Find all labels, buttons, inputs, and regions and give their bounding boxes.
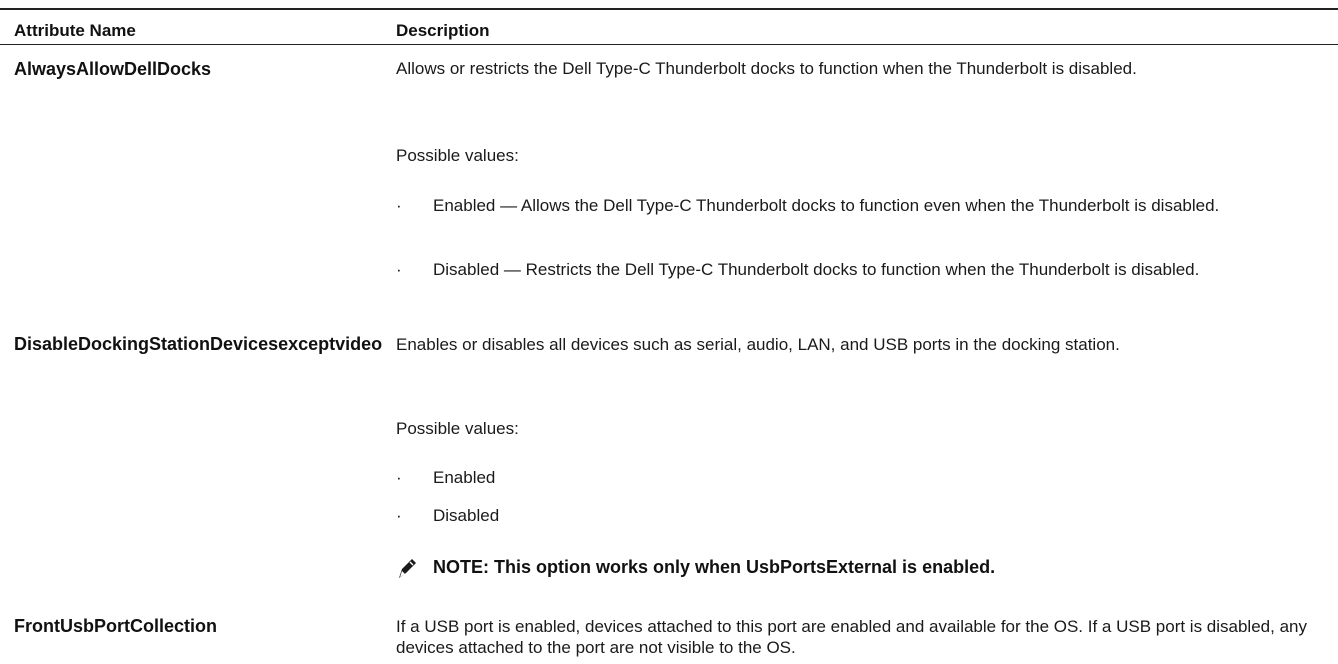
attribute-description: If a USB port is enabled, devices attach… bbox=[396, 617, 1307, 657]
bullet-dot: · bbox=[396, 260, 402, 279]
list-item-text: Enabled — Allows the Dell Type-C Thunder… bbox=[433, 196, 1220, 215]
bullet-dot: · bbox=[396, 468, 402, 487]
bullet-dot: · bbox=[396, 506, 402, 525]
pencil-note-icon bbox=[396, 556, 418, 580]
list-item-text: Enabled bbox=[433, 468, 496, 487]
possible-values-label: Possible values: bbox=[396, 419, 519, 438]
table-header-rule bbox=[0, 44, 1338, 45]
attribute-description: Enables or disables all devices such as … bbox=[396, 335, 1120, 354]
attribute-name-always-allow-dell-docks: AlwaysAllowDellDocks bbox=[14, 59, 212, 79]
table-top-rule bbox=[0, 8, 1338, 10]
list-item-text: Disabled — Restricts the Dell Type-C Thu… bbox=[433, 260, 1200, 279]
header-description: Description bbox=[396, 21, 490, 40]
bullet-dot: · bbox=[396, 196, 402, 215]
note-text: NOTE: This option works only when UsbPor… bbox=[433, 557, 996, 577]
attribute-name-disable-docking-station-devices: DisableDockingStationDevicesexceptvideo bbox=[14, 334, 383, 354]
header-attribute-name: Attribute Name bbox=[14, 21, 136, 40]
possible-values-label: Possible values: bbox=[396, 146, 519, 165]
attribute-name-front-usb-port-collection: FrontUsbPortCollection bbox=[14, 616, 217, 636]
attribute-description: Allows or restricts the Dell Type-C Thun… bbox=[396, 59, 1137, 78]
list-item-text: Disabled bbox=[433, 506, 500, 525]
